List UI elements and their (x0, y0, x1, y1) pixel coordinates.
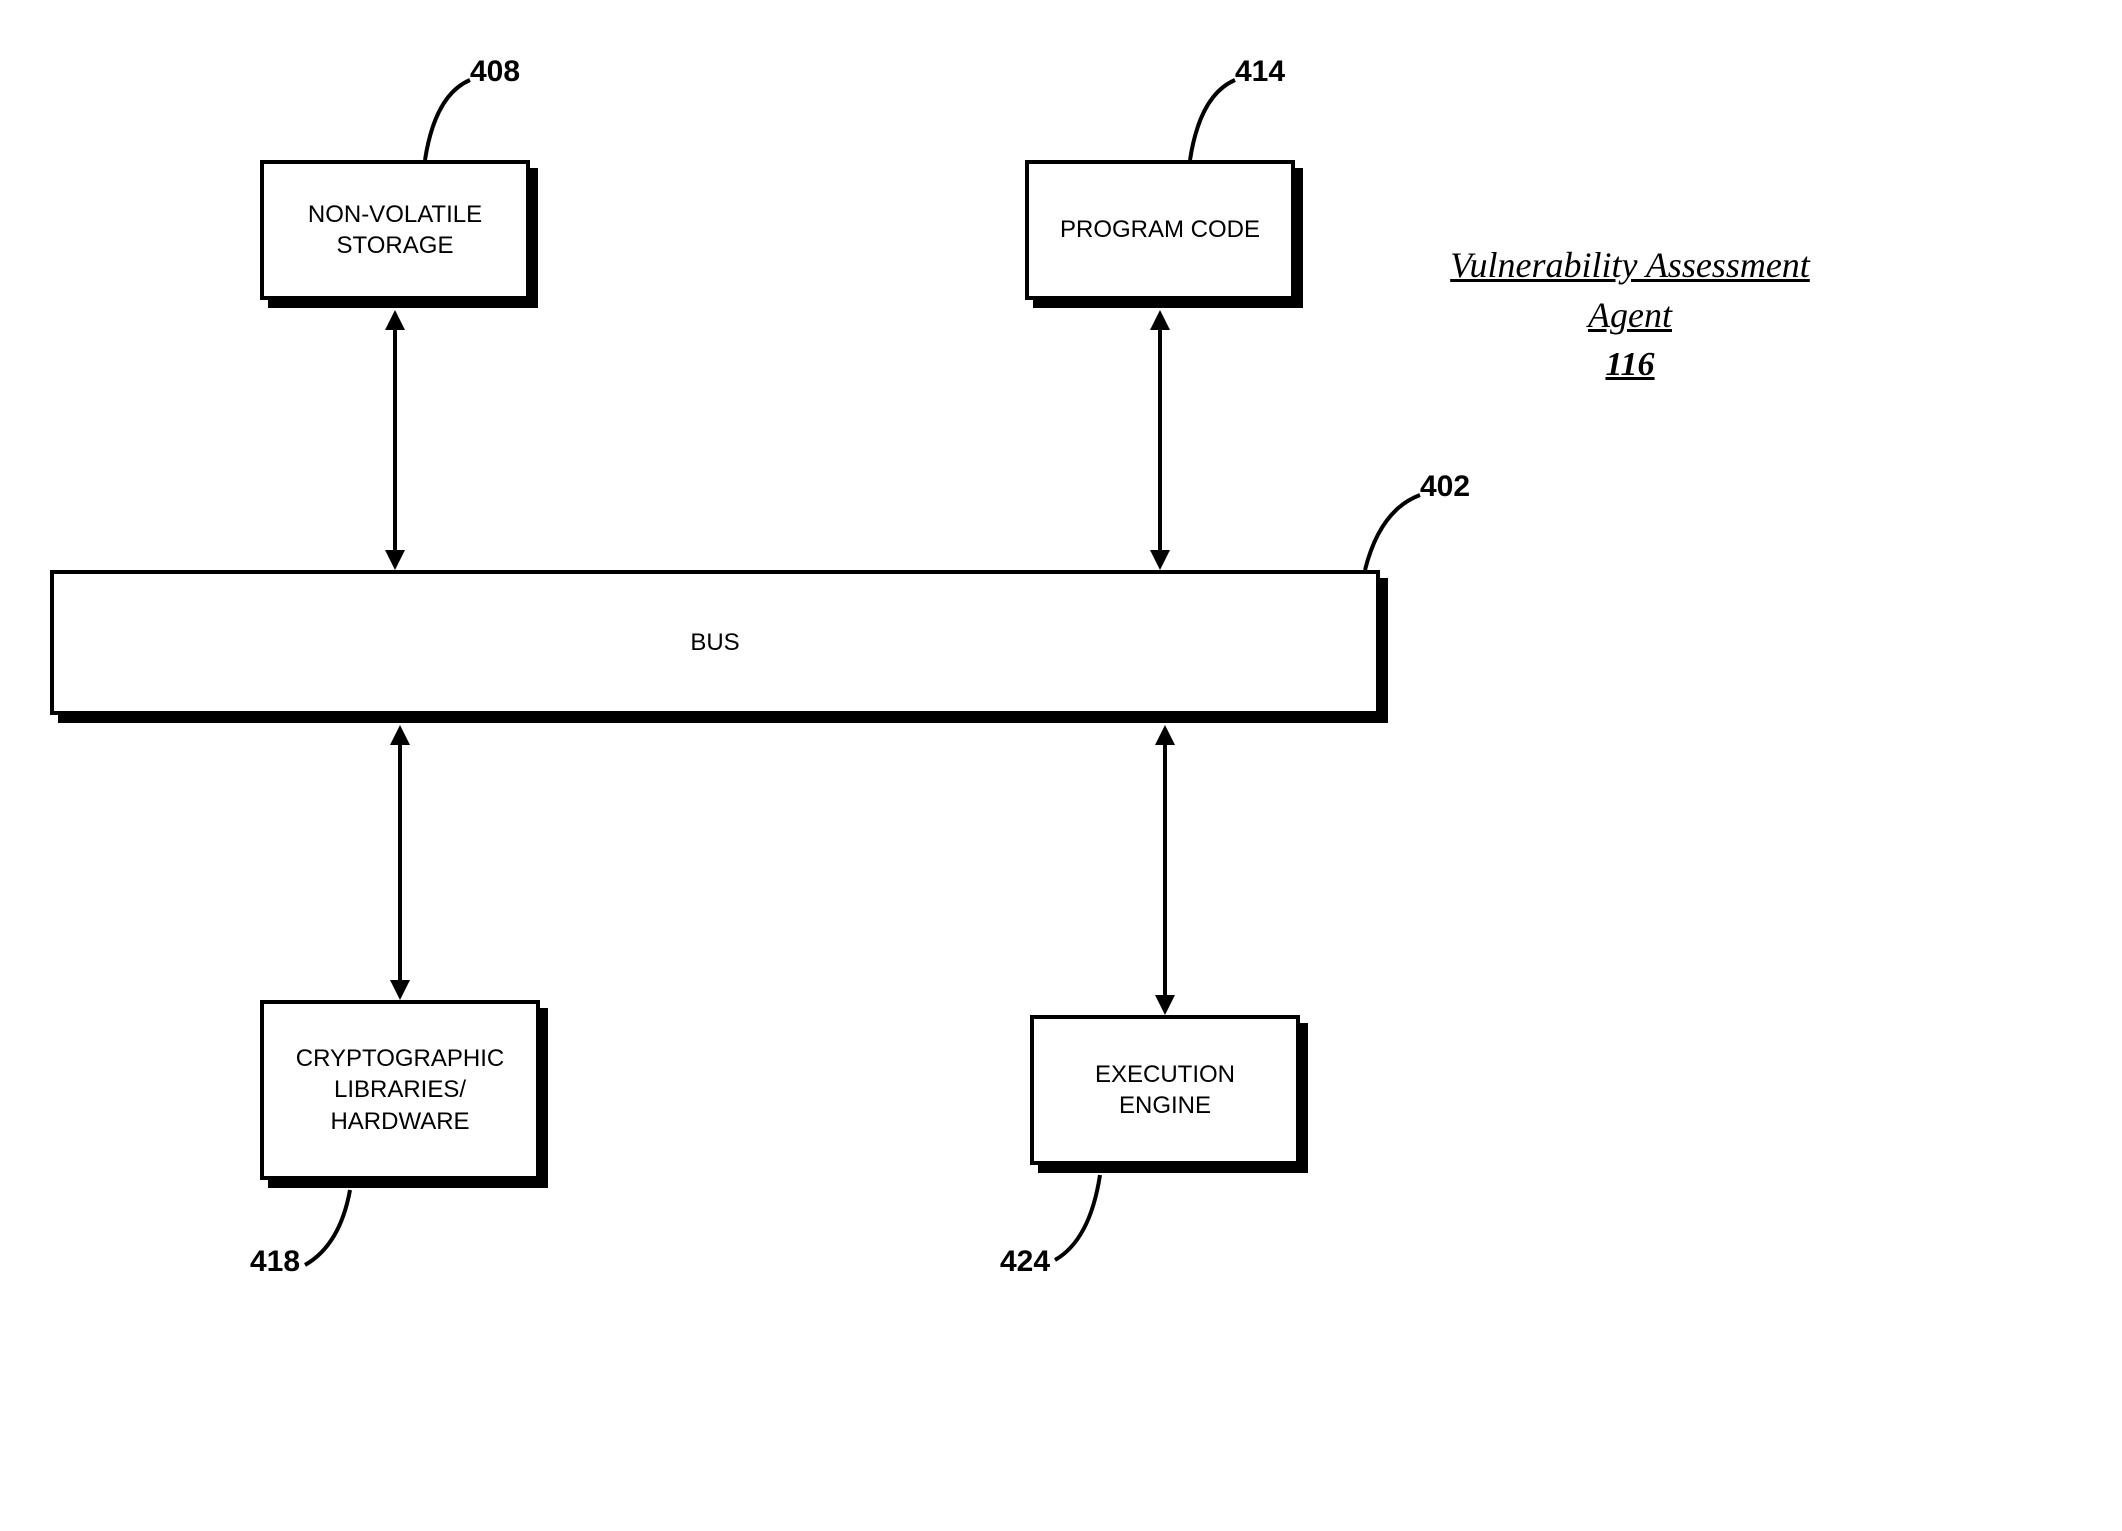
nonvolatile-label: NON-VOLATILE STORAGE (308, 199, 482, 261)
ref-curve-402 (1360, 490, 1430, 575)
crypto-label: CRYPTOGRAPHIC LIBRARIES/ HARDWARE (296, 1043, 505, 1137)
program-code-box: PROGRAM CODE (1025, 160, 1295, 300)
programcode-label: PROGRAM CODE (1060, 214, 1260, 245)
crypto-box: CRYPTOGRAPHIC LIBRARIES/ HARDWARE (260, 1000, 540, 1180)
title-line1: Vulnerability Assessment (1420, 240, 1840, 290)
ref-424: 424 (1000, 1245, 1050, 1279)
ref-curve-408 (420, 75, 480, 165)
nonvolatile-storage-box: NON-VOLATILE STORAGE (260, 160, 530, 300)
ref-curve-418 (300, 1185, 360, 1270)
ref-curve-424 (1050, 1170, 1110, 1265)
ref-curve-414 (1185, 75, 1245, 165)
title-ref: 116 (1420, 341, 1840, 389)
bus-box: BUS (50, 570, 1380, 715)
execution-label: EXECUTION ENGINE (1095, 1059, 1235, 1121)
execution-box: EXECUTION ENGINE (1030, 1015, 1300, 1165)
ref-418: 418 (250, 1245, 300, 1279)
title-line2: Agent (1420, 290, 1840, 340)
diagram-title: Vulnerability Assessment Agent 116 (1420, 240, 1840, 388)
bus-label: BUS (690, 627, 739, 658)
